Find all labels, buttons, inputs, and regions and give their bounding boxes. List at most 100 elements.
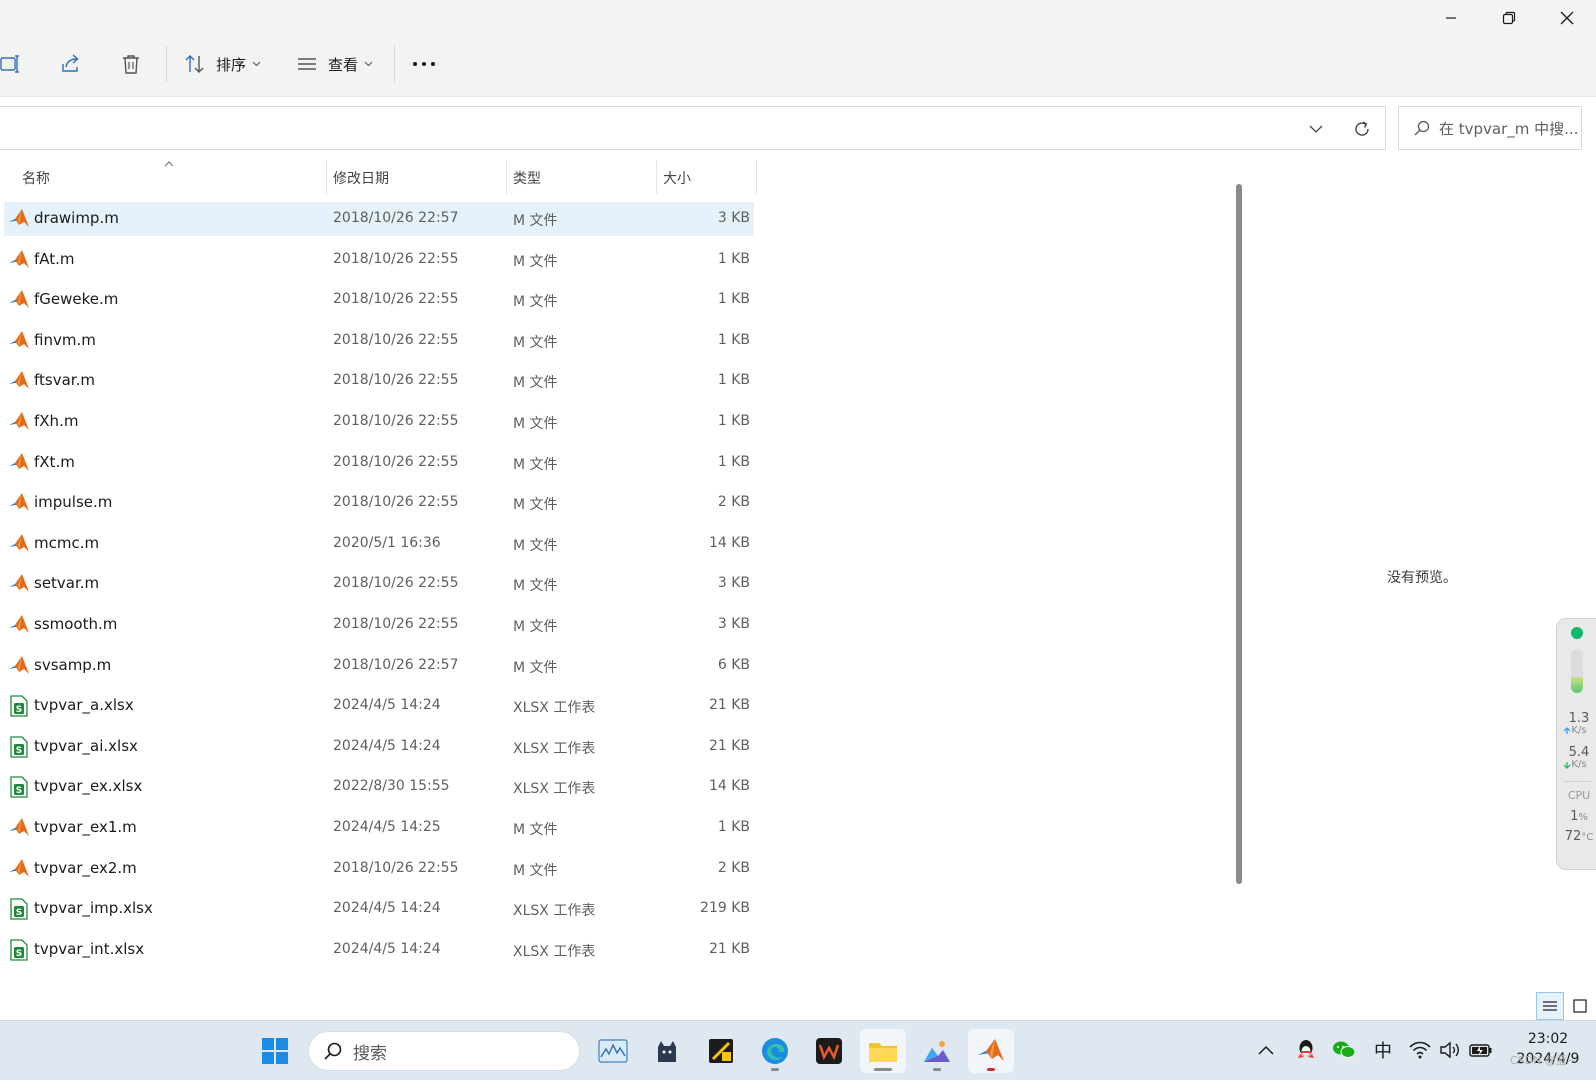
file-date: 2022/8/30 15:55 <box>333 778 450 794</box>
search-icon <box>324 1042 342 1060</box>
file-size: 6 KB <box>717 657 750 673</box>
file-type: M 文件 <box>513 822 558 838</box>
temperature-readout: 72°C <box>1561 829 1596 844</box>
address-history-button[interactable] <box>1302 115 1330 143</box>
running-indicator <box>933 1068 941 1071</box>
memory-gauge-icon <box>1571 649 1583 693</box>
command-bar: 排序 查看 <box>0 0 1596 97</box>
file-name: tvpvar_ex.xlsx <box>34 777 143 795</box>
sort-button[interactable]: 排序 <box>184 44 261 84</box>
trash-icon <box>123 55 139 74</box>
file-type: M 文件 <box>513 254 558 270</box>
file-row[interactable]: tvpvar_ex2.m 2018/10/26 22:55 M 文件 2 KB <box>4 852 754 886</box>
tray-volume[interactable] <box>1436 1035 1464 1065</box>
matlab-icon <box>8 330 30 352</box>
matlab-icon <box>8 208 30 230</box>
taskbar-app-cat[interactable] <box>644 1029 690 1073</box>
taskbar-app-photos[interactable] <box>914 1029 960 1073</box>
sticky-notes-icon <box>709 1039 733 1063</box>
file-row[interactable]: tvpvar_ex1.m 2024/4/5 14:25 M 文件 1 KB <box>4 811 754 845</box>
search-input[interactable]: 在 tvpvar_m 中搜... <box>1398 106 1582 150</box>
svg-text:S: S <box>16 949 22 959</box>
file-name: tvpvar_ai.xlsx <box>34 737 138 755</box>
matlab-icon <box>8 533 30 555</box>
tray-battery[interactable] <box>1466 1035 1496 1065</box>
qq-icon <box>1298 1040 1314 1058</box>
refresh-icon <box>1355 121 1369 136</box>
file-row[interactable]: finvm.m 2018/10/26 22:55 M 文件 1 KB <box>4 324 754 358</box>
windows-logo-icon <box>262 1038 288 1064</box>
file-row[interactable]: Stvpvar_ai.xlsx 2024/4/5 14:24 XLSX 工作表 21 … <box>4 730 754 764</box>
taskbar-search-input[interactable]: 搜索 <box>308 1031 580 1071</box>
file-type: M 文件 <box>513 660 558 676</box>
active-indicator <box>874 1068 892 1071</box>
taskbar-app-sticky-notes[interactable] <box>698 1029 744 1073</box>
file-row[interactable]: fXh.m 2018/10/26 22:55 M 文件 1 KB <box>4 405 754 439</box>
vertical-scrollbar[interactable] <box>1236 184 1242 884</box>
file-row[interactable]: mcmc.m 2020/5/1 16:36 M 文件 14 KB <box>4 527 754 561</box>
file-row[interactable]: fAt.m 2018/10/26 22:55 M 文件 1 KB <box>4 243 754 277</box>
performance-chart-icon <box>598 1039 628 1063</box>
taskbar-app-wps[interactable] <box>806 1029 852 1073</box>
input-method-indicator[interactable]: 中 <box>1368 1035 1398 1065</box>
view-button[interactable]: 查看 <box>296 44 373 84</box>
running-indicator <box>771 1068 779 1071</box>
file-type: XLSX 工作表 <box>513 781 596 797</box>
close-button[interactable] <box>1538 0 1596 36</box>
address-bar[interactable] <box>0 106 1386 150</box>
speaker-icon <box>1440 1041 1459 1059</box>
taskbar-search-placeholder: 搜索 <box>353 1043 387 1064</box>
more-options-button[interactable] <box>412 44 442 84</box>
taskbar-app-monitor[interactable] <box>590 1029 636 1073</box>
large-icons-view-icon <box>1573 999 1587 1013</box>
file-row[interactable]: fXt.m 2018/10/26 22:55 M 文件 1 KB <box>4 446 754 480</box>
matlab-icon <box>8 614 30 636</box>
chevron-down-icon <box>364 61 373 67</box>
matlab-icon <box>8 858 30 880</box>
show-hidden-icons-button[interactable] <box>1254 1035 1278 1065</box>
restore-button[interactable] <box>1480 0 1538 36</box>
file-date: 2020/5/1 16:36 <box>333 535 441 551</box>
minimize-button[interactable] <box>1422 0 1480 36</box>
start-button[interactable] <box>252 1029 298 1073</box>
rename-button[interactable] <box>0 44 30 84</box>
svg-text:S: S <box>16 786 22 796</box>
refresh-button[interactable] <box>1348 115 1376 143</box>
taskbar-app-matlab[interactable] <box>968 1029 1014 1073</box>
file-row[interactable]: ftsvar.m 2018/10/26 22:55 M 文件 1 KB <box>4 364 754 398</box>
svg-text:S: S <box>16 705 22 715</box>
chevron-up-icon <box>1258 1045 1274 1055</box>
taskbar-app-edge[interactable] <box>752 1029 798 1073</box>
tray-wechat[interactable] <box>1330 1035 1358 1065</box>
preview-view-toggle[interactable] <box>1566 992 1594 1020</box>
file-row[interactable]: drawimp.m 2018/10/26 22:57 M 文件 3 KB <box>4 202 754 236</box>
file-type: XLSX 工作表 <box>513 944 596 960</box>
file-row[interactable]: setvar.m 2018/10/26 22:55 M 文件 3 KB <box>4 567 754 601</box>
cat-app-icon <box>658 1041 676 1062</box>
file-row[interactable]: Stvpvar_a.xlsx 2024/4/5 14:24 XLSX 工作表 21 K… <box>4 689 754 723</box>
file-name: ftsvar.m <box>34 371 95 389</box>
taskbar-app-file-explorer[interactable] <box>860 1029 906 1073</box>
wifi-icon <box>1409 1041 1431 1059</box>
file-row[interactable]: fGeweke.m 2018/10/26 22:55 M 文件 1 KB <box>4 283 754 317</box>
file-type: M 文件 <box>513 538 558 554</box>
tray-qq[interactable] <box>1292 1035 1320 1065</box>
file-name: finvm.m <box>34 331 96 349</box>
system-monitor-widget[interactable]: 1.3 K/s 5.4 K/s CPU 1% 72°C <box>1556 618 1596 870</box>
minimize-icon <box>1446 17 1456 19</box>
file-row[interactable]: Stvpvar_ex.xlsx 2022/8/30 15:55 XLSX 工作表 14… <box>4 770 754 804</box>
details-view-toggle[interactable] <box>1536 992 1564 1020</box>
delete-button[interactable] <box>120 44 150 84</box>
tray-wifi[interactable] <box>1406 1035 1434 1065</box>
file-row[interactable]: Stvpvar_int.xlsx 2024/4/5 14:24 XLSX 工作表 21… <box>4 933 754 967</box>
matlab-icon <box>8 411 30 433</box>
folder-icon <box>869 1043 897 1062</box>
file-row[interactable]: Stvpvar_imp.xlsx 2024/4/5 14:24 XLSX 工作表 21… <box>4 892 754 926</box>
file-row[interactable]: impulse.m 2018/10/26 22:55 M 文件 2 KB <box>4 486 754 520</box>
watermark-text: CSDN @蓝~ <box>1510 1054 1577 1067</box>
spreadsheet-icon: S <box>8 939 30 961</box>
file-type: M 文件 <box>513 578 558 594</box>
file-row[interactable]: ssmooth.m 2018/10/26 22:55 M 文件 3 KB <box>4 608 754 642</box>
file-row[interactable]: svsamp.m 2018/10/26 22:57 M 文件 6 KB <box>4 649 754 683</box>
share-button[interactable] <box>60 44 90 84</box>
